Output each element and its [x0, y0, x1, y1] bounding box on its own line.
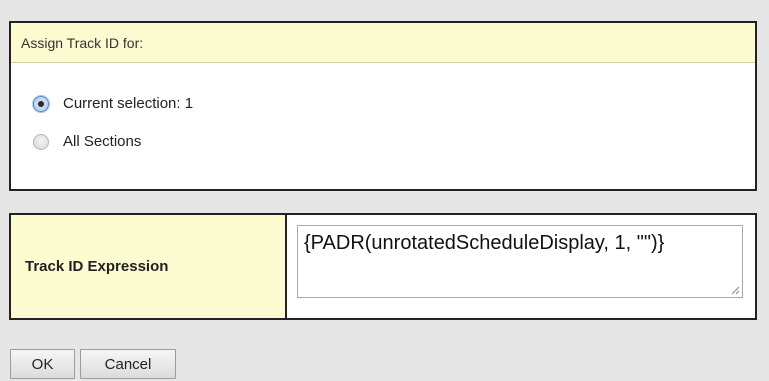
- track-id-expression-label: Track ID Expression: [25, 258, 169, 275]
- track-id-expression-value-cell: [287, 215, 755, 318]
- assign-track-id-header: Assign Track ID for:: [11, 23, 755, 63]
- all-sections-label[interactable]: All Sections: [63, 133, 141, 150]
- resize-grip-icon[interactable]: [730, 285, 740, 295]
- track-id-expression-label-cell: Track ID Expression: [11, 215, 287, 318]
- assign-track-id-header-label: Assign Track ID for:: [21, 34, 144, 51]
- track-id-expression-panel: Track ID Expression: [9, 213, 757, 320]
- current-selection-radio[interactable]: [33, 95, 49, 112]
- option-current-selection[interactable]: Current selection: 1: [33, 95, 193, 112]
- all-sections-radio[interactable]: [33, 133, 49, 150]
- track-id-expression-textarea[interactable]: [297, 225, 743, 298]
- current-selection-label[interactable]: Current selection: 1: [63, 95, 193, 112]
- ok-button[interactable]: OK: [10, 349, 75, 379]
- option-all-sections[interactable]: All Sections: [33, 133, 141, 150]
- cancel-button[interactable]: Cancel: [80, 349, 176, 379]
- assign-track-id-panel: Assign Track ID for: Current selection: …: [9, 21, 757, 191]
